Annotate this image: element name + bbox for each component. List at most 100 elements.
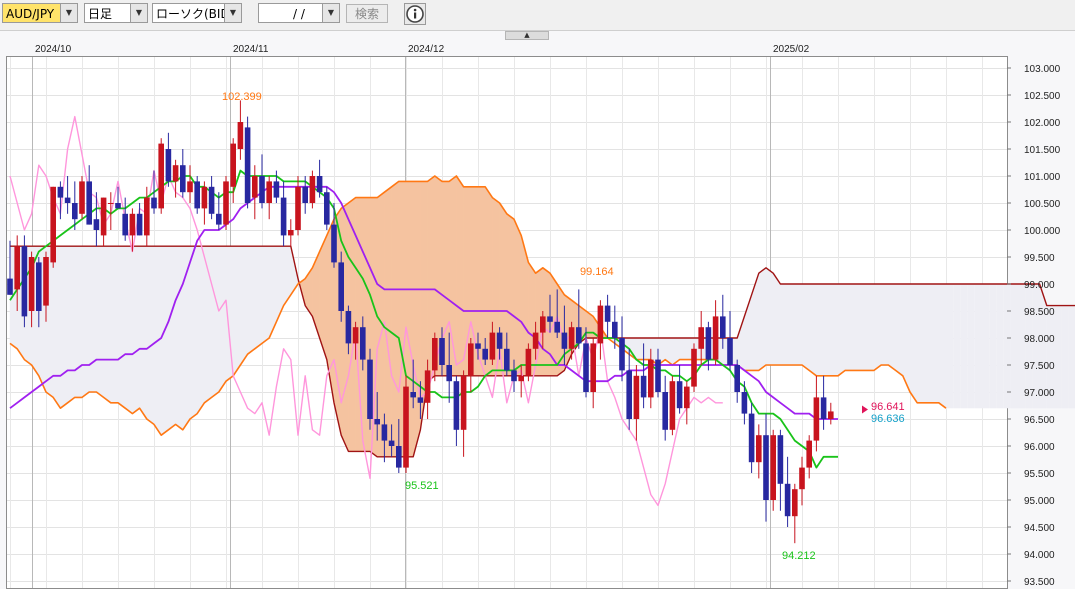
cloud-segment: [189, 245, 198, 420]
cloud-segment: [218, 245, 227, 393]
candle-body: [345, 311, 352, 344]
candle-body: [626, 370, 632, 419]
cloud-segment: [636, 337, 644, 360]
cloud-segment: [866, 283, 875, 371]
candle-body: [252, 176, 258, 198]
price-annotation: 99.164: [580, 266, 614, 278]
candle: [79, 176, 85, 220]
candle-body: [64, 197, 71, 203]
price-annotation: 94.212: [782, 550, 816, 562]
info-icon: [406, 5, 424, 23]
cloud-segment: [909, 283, 918, 404]
cloud-segment: [967, 284, 975, 409]
y-tick-label: 102.500: [1024, 91, 1061, 102]
candle-body: [417, 397, 424, 403]
y-tick-label: 93.500: [1024, 577, 1055, 588]
candle-body: [36, 262, 42, 311]
candle: [21, 235, 28, 328]
candle-body: [532, 332, 539, 349]
info-button[interactable]: [404, 3, 426, 25]
x-tick-label: 2024/10: [35, 44, 72, 55]
candle-body: [367, 359, 373, 419]
cloud-segment: [643, 337, 652, 360]
cloud-segment: [989, 284, 997, 409]
y-tick-label: 94.000: [1024, 550, 1055, 561]
cloud-segment: [1054, 305, 1062, 409]
candle-body: [799, 467, 805, 490]
candle-body: [777, 435, 784, 484]
cloud-segment: [859, 283, 868, 371]
candle-body: [7, 278, 13, 295]
chevron-down-icon[interactable]: ▼: [60, 4, 77, 22]
y-tick-label: 100.000: [1024, 226, 1061, 237]
y-tick-label: 97.500: [1024, 361, 1055, 372]
cloud-segment: [924, 283, 932, 404]
candle-body: [734, 365, 740, 392]
candle-body: [828, 411, 834, 419]
search-button[interactable]: 検索: [346, 4, 388, 23]
chevron-down-icon[interactable]: ▼: [130, 4, 147, 22]
cloud-segment: [110, 245, 119, 404]
candle-body: [280, 197, 287, 236]
candle-body: [136, 213, 143, 236]
cloud-segment: [758, 267, 767, 371]
symbol-select[interactable]: AUD/JPY ▼: [2, 3, 78, 23]
candle-body: [511, 370, 517, 382]
candle-body: [288, 230, 294, 236]
cloud-segment: [1061, 305, 1069, 409]
ichimoku-chart[interactable]: 103.000 102.500 102.000 101.500 101.000 100.5…: [0, 30, 1075, 589]
candle-body: [554, 321, 560, 333]
candle-body: [633, 375, 640, 419]
cloud-segment: [953, 284, 961, 409]
cloud-segment: [67, 245, 76, 404]
y-tick-label: 99.000: [1024, 280, 1055, 291]
cloud-segment: [60, 245, 68, 409]
date-input[interactable]: / / ▼: [258, 3, 340, 23]
cloud-segment: [830, 283, 839, 377]
candle-body: [244, 127, 251, 203]
y-tick-label: 103.000: [1024, 64, 1061, 75]
cloud-segment: [196, 245, 205, 415]
candle-body: [388, 440, 395, 446]
chart-type-select[interactable]: ローソク(BID) ▼: [152, 3, 242, 23]
candle: [50, 186, 56, 268]
cloud-segment: [240, 245, 248, 366]
candle: [525, 343, 532, 382]
candle-body: [324, 192, 330, 225]
candle-body: [93, 219, 100, 230]
candle-body: [72, 203, 78, 220]
date-value: / /: [293, 7, 305, 21]
candle-body: [266, 181, 272, 203]
y-tick-label: 96.500: [1024, 415, 1055, 426]
cloud-segment: [880, 283, 889, 366]
collapse-button[interactable]: ▲: [505, 31, 549, 40]
price-tag: 96.636: [871, 413, 905, 425]
period-select[interactable]: 日足 ▼: [84, 3, 148, 23]
candle-body: [813, 397, 820, 441]
cloud-segment: [132, 245, 140, 415]
candle-body: [820, 397, 827, 419]
candle: [367, 348, 373, 430]
candle-body: [792, 489, 798, 517]
candle-body: [208, 186, 215, 214]
candle-body: [381, 424, 388, 441]
x-tick-label: 2025/02: [773, 44, 810, 55]
chevron-down-icon[interactable]: ▼: [224, 4, 241, 22]
cloud-segment: [895, 283, 904, 377]
candle: [324, 186, 330, 230]
cloud-segment: [384, 186, 392, 458]
candle-body: [698, 327, 704, 349]
candle-body: [561, 332, 568, 349]
chevron-down-icon[interactable]: ▼: [322, 4, 339, 22]
candle: [158, 138, 164, 214]
candle-body: [14, 246, 20, 290]
candle-body: [374, 419, 380, 425]
cloud-segment: [139, 245, 148, 420]
candle-body: [468, 343, 474, 376]
candle: [194, 176, 200, 214]
y-tick-label: 100.500: [1024, 199, 1061, 210]
candle-body: [100, 197, 107, 236]
candle-body: [669, 381, 676, 430]
cloud-segment: [765, 267, 774, 366]
x-tick-label: 2024/11: [233, 44, 269, 55]
